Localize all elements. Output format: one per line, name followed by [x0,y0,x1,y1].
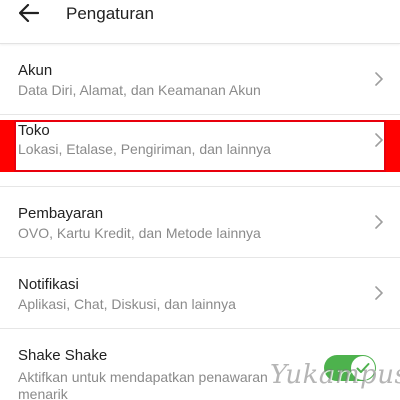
settings-item-subtitle: OVO, Kartu Kredit, dan Metode lainnya [18,225,261,241]
arrow-left-icon [19,4,39,22]
settings-item-pembayaran[interactable]: Pembayaran OVO, Kartu Kredit, dan Metode… [0,187,400,258]
chevron-right-icon [375,286,383,300]
highlight-bar-right [386,120,400,172]
settings-item-akun[interactable]: Akun Data Diri, Alamat, dan Keamanan Aku… [0,44,400,115]
toggle-knob [351,356,375,380]
app-bar: Pengaturan [0,0,400,44]
settings-screen: Pengaturan Akun Data Diri, Alamat, dan K… [0,0,400,400]
shake-shake-toggle[interactable] [324,355,376,381]
settings-item-toko[interactable]: Toko Lokasi, Etalase, Pengiriman, dan la… [0,115,400,187]
page-title: Pengaturan [66,4,154,23]
settings-item-subtitle: Lokasi, Etalase, Pengiriman, dan lainnya [18,141,271,157]
settings-item-subtitle: Aktifkan untuk mendapatkan penawaran men… [18,369,268,400]
check-icon [356,363,370,373]
settings-list: Akun Data Diri, Alamat, dan Keamanan Aku… [0,44,400,400]
settings-item-shake-shake: Shake Shake Aktifkan untuk mendapatkan p… [0,329,400,400]
settings-item-subtitle: Data Diri, Alamat, dan Keamanan Akun [18,82,261,98]
highlight-bar-left [0,120,14,172]
settings-item-title: Toko [18,122,50,139]
settings-item-title: Shake Shake [18,347,108,364]
settings-item-title: Akun [18,62,53,79]
settings-item-title: Notifikasi [18,276,79,293]
settings-item-notifikasi[interactable]: Notifikasi Aplikasi, Chat, Diskusi, dan … [0,258,400,329]
chevron-right-icon [375,72,383,86]
chevron-right-icon [375,133,383,147]
settings-item-title: Pembayaran [18,205,104,222]
chevron-right-icon [375,215,383,229]
settings-item-subtitle: Aplikasi, Chat, Diskusi, dan lainnya [18,296,236,312]
back-button[interactable] [14,0,44,26]
